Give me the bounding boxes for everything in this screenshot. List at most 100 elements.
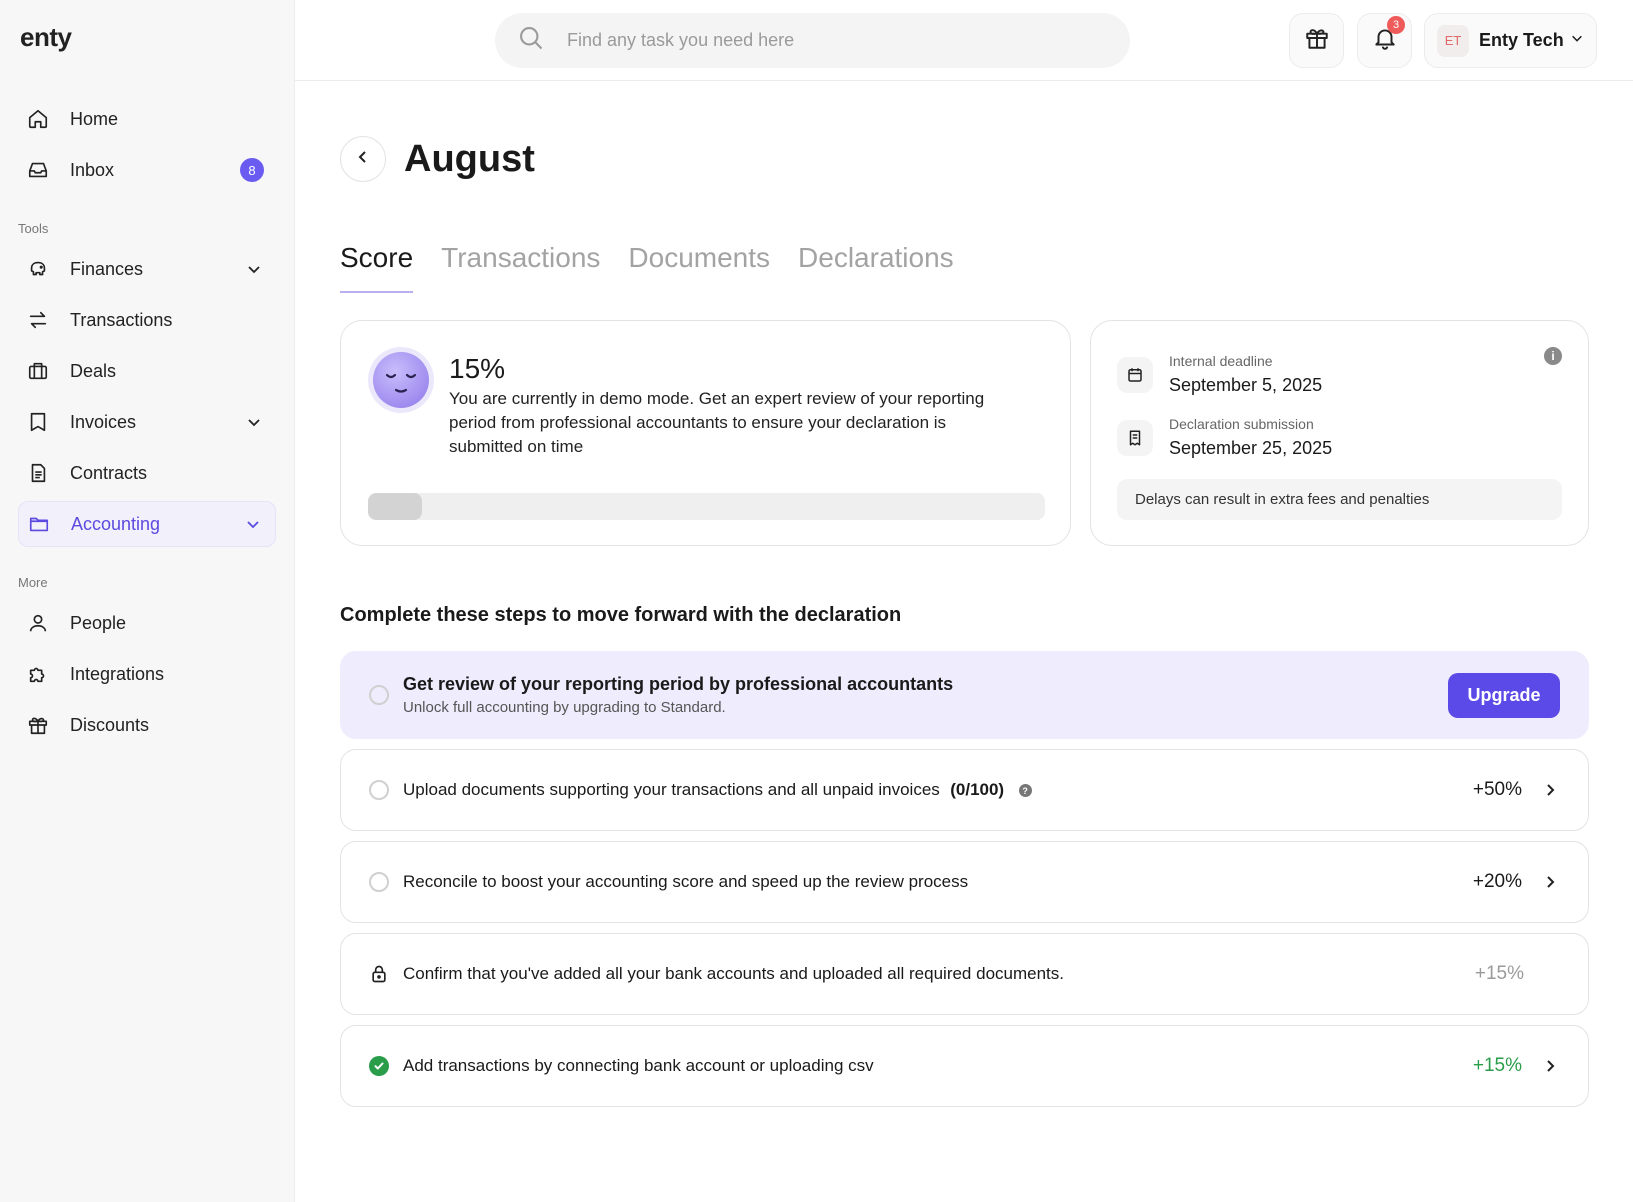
gift-icon <box>26 713 50 737</box>
transfer-icon <box>26 308 50 332</box>
step-radio[interactable] <box>369 780 389 800</box>
sidebar-item-label: Discounts <box>70 714 150 735</box>
sidebar-item-inbox[interactable]: Inbox 8 <box>18 147 276 193</box>
sidebar-item-label: Integrations <box>70 663 165 684</box>
step-upload-documents[interactable]: Upload documents supporting your transac… <box>340 749 1589 831</box>
gift-icon <box>1304 25 1330 56</box>
upgrade-button[interactable]: Upgrade <box>1448 672 1560 718</box>
back-button[interactable] <box>340 136 386 182</box>
score-percent: 15% <box>449 353 506 384</box>
sidebar-item-people[interactable]: People <box>18 600 276 646</box>
demo-mode-message: You are currently in demo mode. Get an e… <box>449 389 985 456</box>
step-text: Add transactions by connecting bank acco… <box>403 1056 874 1075</box>
step-add-transactions[interactable]: Add transactions by connecting bank acco… <box>340 1025 1589 1107</box>
check-circle-icon <box>369 1056 389 1076</box>
sidebar-item-label: People <box>70 612 127 633</box>
document-icon <box>26 461 50 485</box>
search-input[interactable] <box>567 30 1087 51</box>
sidebar-item-label: Invoices <box>70 411 137 432</box>
puzzle-icon <box>26 662 50 686</box>
score-progress-bar <box>368 493 1045 520</box>
inbox-icon <box>26 158 50 182</box>
upgrade-step[interactable]: Get review of your reporting period by p… <box>340 651 1589 739</box>
step-reconcile[interactable]: Reconcile to boost your accounting score… <box>340 841 1589 923</box>
sidebar-item-home[interactable]: Home <box>18 96 276 142</box>
section-label-more: More <box>18 575 48 590</box>
step-percent: +50% <box>1472 779 1522 800</box>
tab-documents[interactable]: Documents <box>628 242 770 293</box>
chevron-down-icon <box>244 259 264 279</box>
avatar: ET <box>1437 24 1469 57</box>
sidebar: enty Home Inbox 8 Tools Finances Transac… <box>0 0 295 1202</box>
chevron-down-icon <box>1570 31 1584 50</box>
search-bar[interactable] <box>495 13 1130 68</box>
notification-count-badge: 3 <box>1387 16 1405 34</box>
sleepy-face-icon <box>368 347 434 413</box>
chevron-right-icon[interactable] <box>1540 780 1560 800</box>
sidebar-item-integrations[interactable]: Integrations <box>18 651 276 697</box>
chevron-down-icon <box>244 412 264 432</box>
internal-deadline-label: Internal deadline <box>1169 353 1273 369</box>
sidebar-item-label: Inbox <box>70 159 115 180</box>
help-icon[interactable]: ? <box>1018 784 1032 798</box>
account-menu-button[interactable]: ET Enty Tech <box>1424 13 1597 68</box>
internal-deadline-date: September 5, 2025 <box>1169 375 1323 395</box>
sidebar-item-invoices[interactable]: Invoices <box>18 399 276 445</box>
page-content: August Score Transactions Documents Decl… <box>340 81 1590 1117</box>
chevron-right-icon[interactable] <box>1540 1056 1560 1076</box>
home-icon <box>26 107 50 131</box>
step-percent: +20% <box>1472 871 1522 892</box>
step-text: Upload documents supporting your transac… <box>403 780 940 799</box>
sidebar-item-label: Contracts <box>70 462 148 483</box>
summary-cards: 15% You are currently in demo mode. Get … <box>340 320 1590 546</box>
topbar: 3 ET Enty Tech <box>295 0 1633 81</box>
tab-score[interactable]: Score <box>340 242 414 293</box>
person-icon <box>26 611 50 635</box>
lock-icon <box>369 964 389 984</box>
sidebar-item-deals[interactable]: Deals <box>18 348 276 394</box>
submission-deadline-date: September 25, 2025 <box>1169 438 1333 458</box>
search-icon <box>517 24 545 57</box>
sidebar-item-finances[interactable]: Finances <box>18 246 276 292</box>
app-logo[interactable]: enty <box>18 22 276 66</box>
sidebar-item-transactions[interactable]: Transactions <box>18 297 276 343</box>
step-text: Confirm that you've added all your bank … <box>403 964 1064 983</box>
user-name: Enty Tech <box>1479 30 1564 50</box>
submission-deadline-label: Declaration submission <box>1169 416 1314 432</box>
calendar-icon <box>1117 357 1153 393</box>
step-percent: +15% <box>1474 963 1524 984</box>
chevron-down-icon <box>243 514 263 534</box>
sidebar-item-accounting[interactable]: Accounting <box>18 501 276 547</box>
step-percent: +15% <box>1472 1055 1522 1076</box>
deadline-card: Internal deadline September 5, 2025 i De… <box>1090 320 1589 546</box>
step-count: (0/100) <box>950 780 1005 799</box>
page-title: August <box>404 137 535 180</box>
tab-bar: Score Transactions Documents Declaration… <box>340 242 1590 294</box>
step-confirm-accounts: Confirm that you've added all your bank … <box>340 933 1589 1015</box>
chevron-right-icon[interactable] <box>1540 872 1560 892</box>
upgrade-step-title: Get review of your reporting period by p… <box>403 674 954 694</box>
step-radio[interactable] <box>369 685 389 705</box>
step-radio[interactable] <box>369 872 389 892</box>
tab-transactions[interactable]: Transactions <box>441 242 600 293</box>
briefcase-icon <box>26 359 50 383</box>
sidebar-item-discounts[interactable]: Discounts <box>18 702 276 748</box>
gifts-button[interactable] <box>1289 13 1344 68</box>
notifications-button[interactable]: 3 <box>1357 13 1412 68</box>
steps-title: Complete these steps to move forward wit… <box>340 604 902 626</box>
internal-deadline-row: Internal deadline September 5, 2025 <box>1117 353 1322 396</box>
upgrade-step-subtitle: Unlock full accounting by upgrading to S… <box>403 699 726 716</box>
sidebar-item-label: Accounting <box>71 513 161 534</box>
main-area: 3 ET Enty Tech August Score <box>295 0 1633 1202</box>
folder-icon <box>27 512 51 536</box>
invoice-icon <box>26 410 50 434</box>
info-icon[interactable]: i <box>1544 347 1562 365</box>
score-progress-fill <box>368 493 423 520</box>
section-label-tools: Tools <box>18 221 49 236</box>
receipt-icon <box>1117 420 1153 456</box>
title-row: August <box>340 136 1590 182</box>
sidebar-item-contracts[interactable]: Contracts <box>18 450 276 496</box>
submission-deadline-row: Declaration submission September 25, 202… <box>1117 416 1332 459</box>
tab-declarations[interactable]: Declarations <box>798 242 954 293</box>
inbox-count-badge: 8 <box>240 158 264 182</box>
